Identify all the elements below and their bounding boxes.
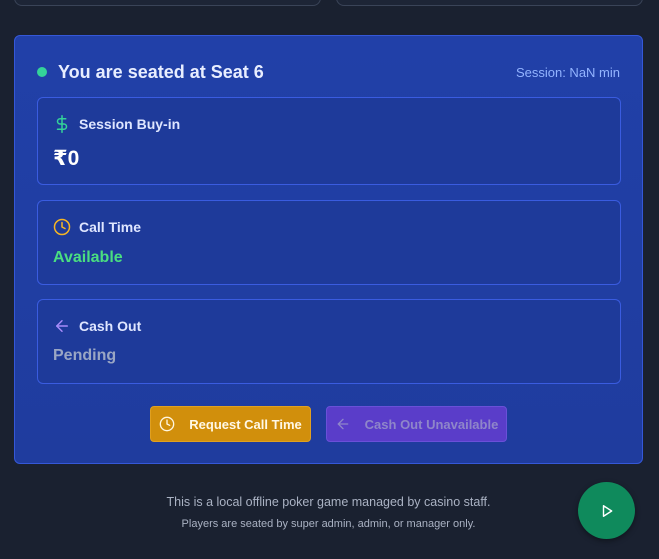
- call-time-card-head: Call Time: [53, 218, 141, 236]
- buyin-label: Session Buy-in: [79, 116, 181, 132]
- clock-icon: [159, 416, 175, 432]
- cash-out-unavailable-label: Cash Out Unavailable: [364, 416, 499, 432]
- cash-out-value: Pending: [53, 347, 117, 364]
- play-icon: [600, 504, 614, 518]
- top-left-card: [14, 0, 321, 6]
- buyin-value: ₹0: [53, 147, 80, 170]
- call-time-value: Available: [53, 249, 123, 266]
- cash-out-card-head: Cash Out: [53, 317, 141, 335]
- arrow-left-icon: [53, 317, 71, 335]
- seat-panel: You are seated at Seat 6 Session: NaN mi…: [14, 35, 643, 464]
- footer-note: Players are seated by super admin, admin…: [181, 518, 476, 530]
- footer-info: This is a local offline poker game manag…: [166, 495, 491, 509]
- request-call-time-label: Request Call Time: [189, 416, 302, 432]
- play-fab-button[interactable]: [578, 482, 635, 539]
- top-right-card: [336, 0, 643, 6]
- dollar-icon: [53, 115, 71, 133]
- request-call-time-button[interactable]: Request Call Time: [150, 406, 311, 442]
- seat-title-wrap: You are seated at Seat 6: [37, 62, 264, 83]
- call-time-card: Call Time Available: [37, 200, 621, 285]
- cash-out-label: Cash Out: [79, 318, 142, 334]
- cash-out-card: Cash Out Pending: [37, 299, 621, 384]
- buyin-card-head: Session Buy-in: [53, 115, 180, 133]
- seat-title: You are seated at Seat 6: [58, 61, 264, 82]
- seat-header: You are seated at Seat 6 Session: NaN mi…: [37, 60, 620, 84]
- clock-icon: [53, 218, 71, 236]
- cash-out-unavailable-button[interactable]: Cash Out Unavailable: [326, 406, 507, 442]
- call-time-label: Call Time: [79, 219, 141, 235]
- arrow-left-icon: [335, 416, 351, 432]
- status-dot-icon: [37, 67, 47, 77]
- session-time: Session: NaN min: [515, 64, 620, 80]
- buyin-card: Session Buy-in ₹0: [37, 97, 621, 185]
